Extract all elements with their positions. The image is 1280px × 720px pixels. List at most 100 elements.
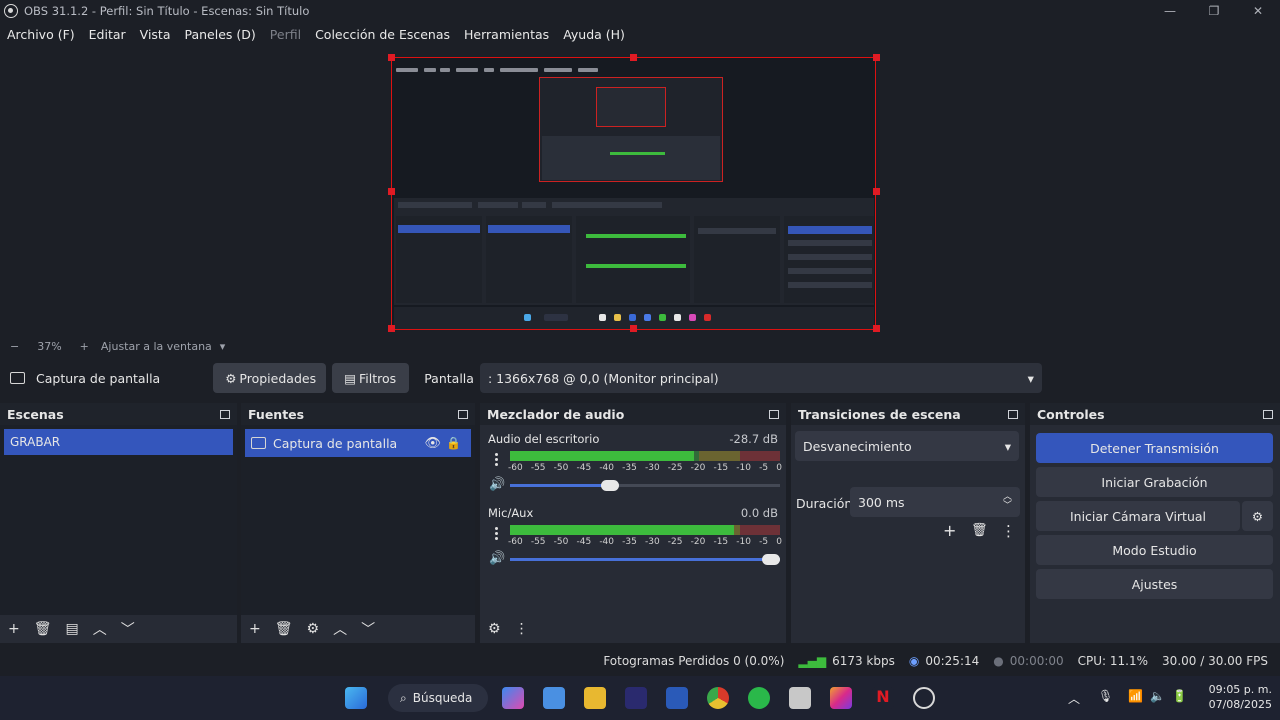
filter-icon: ▤ (344, 370, 357, 386)
studio-mode-button[interactable]: Modo Estudio (1036, 535, 1273, 565)
zoom-out-button[interactable]: − (10, 340, 19, 353)
resize-handle[interactable] (873, 325, 880, 332)
more-icon[interactable] (495, 527, 498, 540)
menu-ayuda[interactable]: Ayuda (H) (563, 27, 625, 42)
zoom-in-button[interactable]: + (80, 340, 89, 353)
taskbar-search[interactable]: ⌕ Búsqueda (388, 684, 488, 712)
fit-window-label[interactable]: Ajustar a la ventana (101, 340, 212, 353)
add-icon[interactable]: + (249, 621, 261, 637)
gear-icon[interactable]: ⚙ (307, 621, 320, 637)
transition-select[interactable]: Desvanecimiento ▾ (795, 431, 1019, 461)
eye-icon[interactable]: 👁 (424, 436, 441, 451)
resize-handle[interactable] (873, 54, 880, 61)
duration-spinbox[interactable]: 300 ms ︿ ﹀ (850, 487, 1020, 517)
system-clock[interactable]: 09:05 p. m. 07/08/2025 (1209, 682, 1272, 712)
filters-button[interactable]: ▤ Filtros (332, 363, 410, 393)
stop-stream-button[interactable]: Detener Transmisión (1036, 433, 1273, 463)
undock-icon[interactable] (1008, 409, 1018, 419)
word-icon[interactable] (666, 687, 688, 709)
mixer-channel-desktop: Audio del escritorio -28.7 dB -60 -55 -50-… (480, 432, 786, 502)
instagram-icon[interactable] (830, 687, 852, 709)
resize-handle[interactable] (873, 188, 880, 195)
scene-item[interactable]: GRABAR (4, 429, 233, 455)
start-recording-button[interactable]: Iniciar Grabación (1036, 467, 1273, 497)
virtual-camera-settings-button[interactable]: ⚙ (1242, 501, 1273, 531)
chevron-up-icon[interactable]: ︿ (333, 619, 347, 639)
store-icon[interactable] (543, 687, 565, 709)
whatsapp-icon[interactable] (748, 687, 770, 709)
wifi-icon[interactable]: 📶 (1128, 689, 1143, 703)
chevron-up-icon[interactable]: ︿ (93, 619, 107, 639)
display-label: Pantalla (424, 370, 474, 386)
scenes-dock: Escenas GRABAR + 🗑 ▤ ︿ ﹀ (0, 403, 237, 643)
add-icon[interactable]: + (8, 621, 20, 637)
volume-slider[interactable] (510, 480, 780, 491)
undock-icon[interactable] (458, 409, 468, 419)
obs-taskbar-icon[interactable] (913, 687, 935, 709)
menu-vista[interactable]: Vista (140, 27, 171, 42)
battery-icon[interactable]: 🔋 (1172, 689, 1187, 703)
volume-slider[interactable] (510, 554, 780, 565)
resize-handle[interactable] (388, 325, 395, 332)
meter-tick-label: -50 (553, 463, 569, 473)
source-item[interactable]: Captura de pantalla 👁 🔒 (245, 429, 471, 457)
close-icon[interactable]: ✕ (1236, 0, 1280, 22)
transitions-title: Transiciones de escena (798, 406, 961, 422)
windows-start-icon[interactable] (345, 687, 367, 709)
menu-paneles[interactable]: Paneles (D) (185, 27, 256, 42)
meter-tick-label: -40 (599, 537, 615, 547)
chrome-icon[interactable] (707, 687, 729, 709)
chevron-down-icon[interactable]: ﹀ (121, 619, 135, 639)
resize-handle[interactable] (630, 325, 637, 332)
netflix-icon[interactable]: N (872, 687, 894, 709)
trash-icon[interactable]: 🗑 (971, 523, 988, 538)
menu-herramientas[interactable]: Herramientas (464, 27, 549, 42)
chevron-up-icon[interactable]: ︿ (1068, 690, 1080, 707)
resize-handle[interactable] (388, 188, 395, 195)
file-explorer-icon[interactable] (584, 687, 606, 709)
screen-capture-preview[interactable] (391, 57, 876, 330)
volume-knob[interactable] (600, 480, 619, 491)
add-icon[interactable]: + (943, 521, 956, 540)
more-icon[interactable]: ⋮ (1001, 522, 1016, 540)
resize-handle[interactable] (388, 54, 395, 61)
preview-area[interactable] (0, 46, 1280, 336)
menu-perfil[interactable]: Perfil (270, 27, 301, 42)
microphone-icon[interactable]: 🎙 (1098, 689, 1113, 703)
volume-icon[interactable]: 🔊 (489, 477, 505, 492)
copilot-icon[interactable] (502, 687, 524, 709)
duration-label: Duración (796, 496, 853, 511)
undock-icon[interactable] (1263, 409, 1273, 419)
meter-tick-label: -55 (530, 463, 546, 473)
start-virtual-camera-button[interactable]: Iniciar Cámara Virtual (1036, 501, 1240, 531)
trash-icon[interactable]: 🗑 (275, 621, 293, 637)
undock-icon[interactable] (769, 409, 779, 419)
lock-icon[interactable]: 🔒 (446, 436, 461, 450)
advanced-audio-icon[interactable]: ⚙ (488, 621, 501, 637)
volume-knob[interactable] (762, 554, 780, 565)
more-icon[interactable] (495, 453, 498, 466)
settings-button[interactable]: Ajustes (1036, 569, 1273, 599)
display-select[interactable]: : 1366x768 @ 0,0 (Monitor principal) ▾ (479, 363, 1042, 393)
chevron-down-icon[interactable]: ﹀ (361, 619, 375, 639)
properties-button[interactable]: ⚙ Propiedades (213, 363, 327, 393)
monitor-icon (251, 437, 266, 449)
volume-icon[interactable]: 🔊 (489, 551, 505, 566)
filter-icon[interactable]: ▤ (66, 621, 79, 637)
resize-handle[interactable] (630, 54, 637, 61)
menu-editar[interactable]: Editar (89, 27, 126, 42)
more-icon[interactable]: ⋮ (515, 621, 529, 637)
undock-icon[interactable] (220, 409, 230, 419)
trash-icon[interactable]: 🗑 (34, 621, 52, 637)
premiere-icon[interactable] (625, 687, 647, 709)
minimize-icon[interactable]: — (1148, 0, 1192, 22)
menu-coleccion-escenas[interactable]: Colección de Escenas (315, 27, 450, 42)
meter-tick-label: -45 (576, 463, 592, 473)
duration-value: 300 ms (858, 494, 905, 510)
app-icon[interactable] (789, 687, 811, 709)
menu-archivo[interactable]: Archivo (F) (7, 27, 75, 42)
speaker-icon[interactable]: 🔈 (1150, 689, 1165, 703)
spin-arrows-icon[interactable]: ︿ ﹀ (1003, 493, 1012, 511)
maximize-icon[interactable]: ❐ (1192, 0, 1236, 22)
chevron-down-icon[interactable]: ▾ (220, 340, 226, 353)
